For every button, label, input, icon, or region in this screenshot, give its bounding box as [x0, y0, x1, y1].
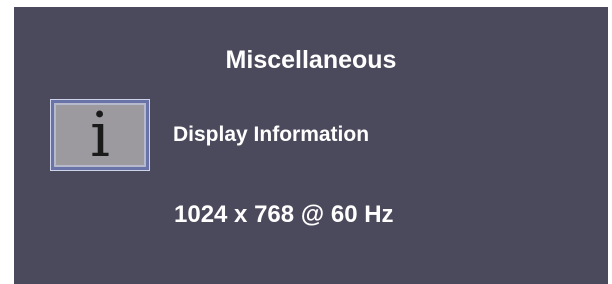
display-information-button[interactable]: i	[50, 99, 150, 171]
osd-menu-panel: Miscellaneous i Display Information 1024…	[14, 7, 608, 284]
resolution-readout: 1024 x 768 @ 60 Hz	[174, 201, 394, 228]
menu-title: Miscellaneous	[225, 46, 397, 74]
display-information-label: Display Information	[173, 123, 370, 146]
info-icon: i	[90, 98, 110, 171]
